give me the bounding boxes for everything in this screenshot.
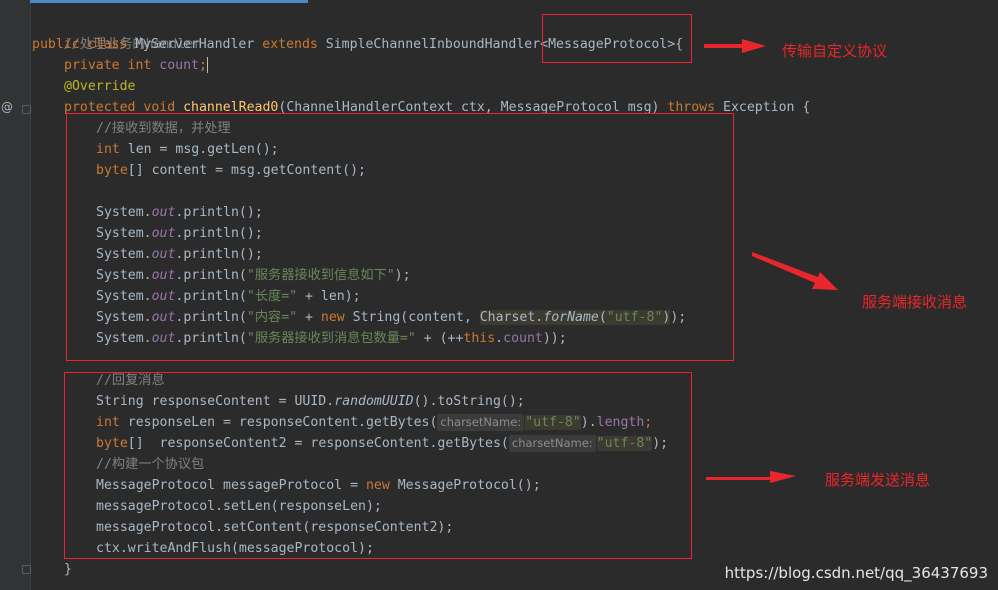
watermark: https://blog.csdn.net/qq_36437693 [724,564,988,582]
arrow-2 [752,252,838,290]
annotation-label-receive: 服务端接收消息 [862,293,968,311]
annotation-label-protocol: 传输自定义协议 [782,42,888,60]
annotation-label-send: 服务端发送消息 [825,471,931,489]
arrow-1 [704,39,766,53]
arrow-3 [706,471,796,483]
annotation-arrows [704,39,838,483]
code-editor[interactable]: @ //处理业务的handler public class MyServerHa… [0,0,998,590]
